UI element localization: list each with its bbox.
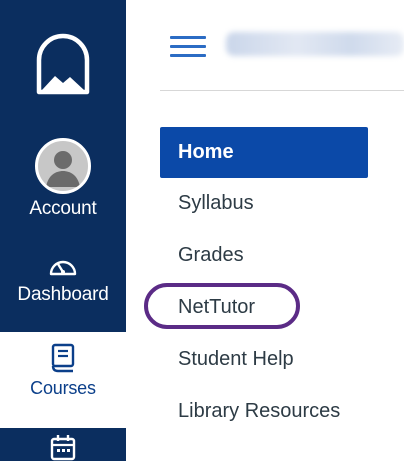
blurred-course-title (226, 32, 404, 56)
nav-account[interactable]: Account (0, 138, 126, 220)
course-nav-nettutor-label: NetTutor (178, 296, 256, 318)
nav-calendar[interactable] (0, 434, 126, 461)
global-nav: Account Dashboard Courses (0, 0, 126, 461)
header-divider (160, 90, 404, 91)
nav-account-label: Account (29, 198, 97, 219)
calendar-icon (50, 435, 76, 461)
course-nav-library-resources-label: Library Resources (178, 400, 341, 422)
book-icon (51, 343, 75, 373)
course-nav-student-help-label: Student Help (178, 348, 294, 370)
nav-dashboard[interactable]: Dashboard (0, 252, 126, 306)
moon-mountain-logo-icon (36, 33, 90, 95)
course-nav-home-label: Home (178, 141, 234, 163)
institution-logo[interactable] (0, 30, 126, 100)
course-nav-home[interactable]: Home (160, 127, 368, 178)
nav-courses-label: Courses (30, 378, 96, 398)
hamburger-menu-icon[interactable] (170, 34, 206, 60)
course-nav-syllabus-label: Syllabus (178, 192, 254, 214)
avatar (35, 138, 91, 194)
nav-dashboard-label: Dashboard (17, 284, 109, 305)
course-nav-grades-label: Grades (178, 244, 244, 266)
user-avatar-icon (46, 151, 80, 187)
dashboard-gauge-icon (49, 260, 77, 276)
course-header (126, 0, 404, 92)
nav-courses[interactable]: Courses (0, 343, 126, 399)
